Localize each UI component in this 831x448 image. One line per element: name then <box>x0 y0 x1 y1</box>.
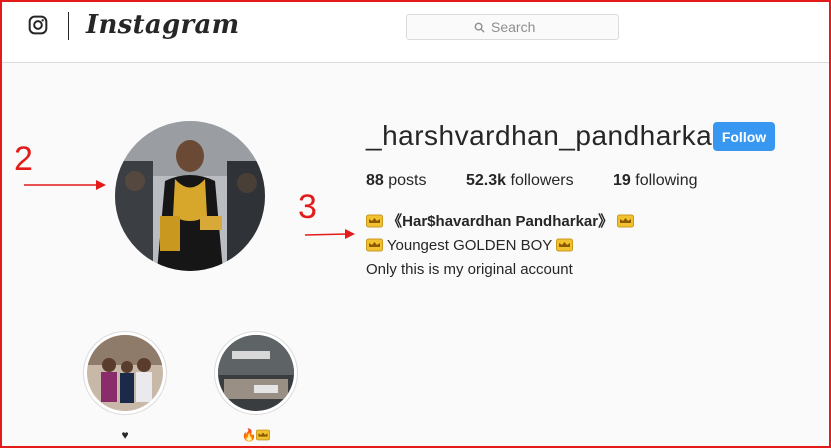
posts-label: posts <box>388 172 427 189</box>
crown-icon <box>366 238 383 252</box>
crown-icon <box>256 429 271 441</box>
crown-icon <box>556 238 574 252</box>
followers-label: followers <box>510 172 574 189</box>
crown-icon <box>366 214 383 228</box>
annotation-arrow-icon <box>24 180 106 190</box>
crown-icon <box>617 214 635 228</box>
bio-line-3: Only this is my original account <box>366 261 573 278</box>
highlight-label-1: ♥ <box>121 428 129 442</box>
search-box[interactable] <box>406 14 619 40</box>
bio-display-name: 《Har$havardhan Pandharkar》 <box>387 213 614 230</box>
highlight-thumbnail <box>218 335 294 411</box>
bio-line-1: 《Har$havardhan Pandharkar》 <box>366 210 635 234</box>
highlight-label-2: 🔥 <box>214 428 298 442</box>
profile-bio: 《Har$havardhan Pandharkar》 Youngest GOLD… <box>366 210 635 282</box>
followers-count: 52.3k <box>466 172 507 189</box>
annotation-number-2: 2 <box>14 140 33 178</box>
top-navigation-bar: Instagram <box>2 2 829 63</box>
following-count: 19 <box>613 172 631 189</box>
annotation-arrow-icon <box>305 229 355 239</box>
bio-line-2: Youngest GOLDEN BOY <box>366 234 634 258</box>
story-highlight-1[interactable] <box>83 331 167 415</box>
profile-avatar[interactable] <box>115 121 265 271</box>
instagram-glyph-icon[interactable] <box>28 15 48 35</box>
follow-button[interactable]: Follow <box>713 122 775 151</box>
highlight-thumbnail <box>87 335 163 411</box>
avatar-photo <box>115 121 265 271</box>
search-input[interactable] <box>491 19 551 35</box>
annotation-number-3: 3 <box>298 188 317 226</box>
bio-tagline: Youngest GOLDEN BOY <box>386 237 557 254</box>
following-stat[interactable]: 19 following <box>613 172 698 190</box>
header-divider <box>68 12 69 40</box>
story-highlight-2[interactable] <box>214 331 298 415</box>
highlight-label-text: 🔥 <box>241 428 257 442</box>
following-label: following <box>635 172 698 189</box>
posts-stat[interactable]: 88 posts <box>366 172 427 190</box>
followers-stat[interactable]: 52.3k followers <box>466 172 574 190</box>
profile-username: _harshvardhan_pandharkar_ <box>366 120 739 151</box>
posts-count: 88 <box>366 172 384 189</box>
instagram-wordmark[interactable]: Instagram <box>86 10 240 40</box>
search-icon <box>474 22 485 33</box>
